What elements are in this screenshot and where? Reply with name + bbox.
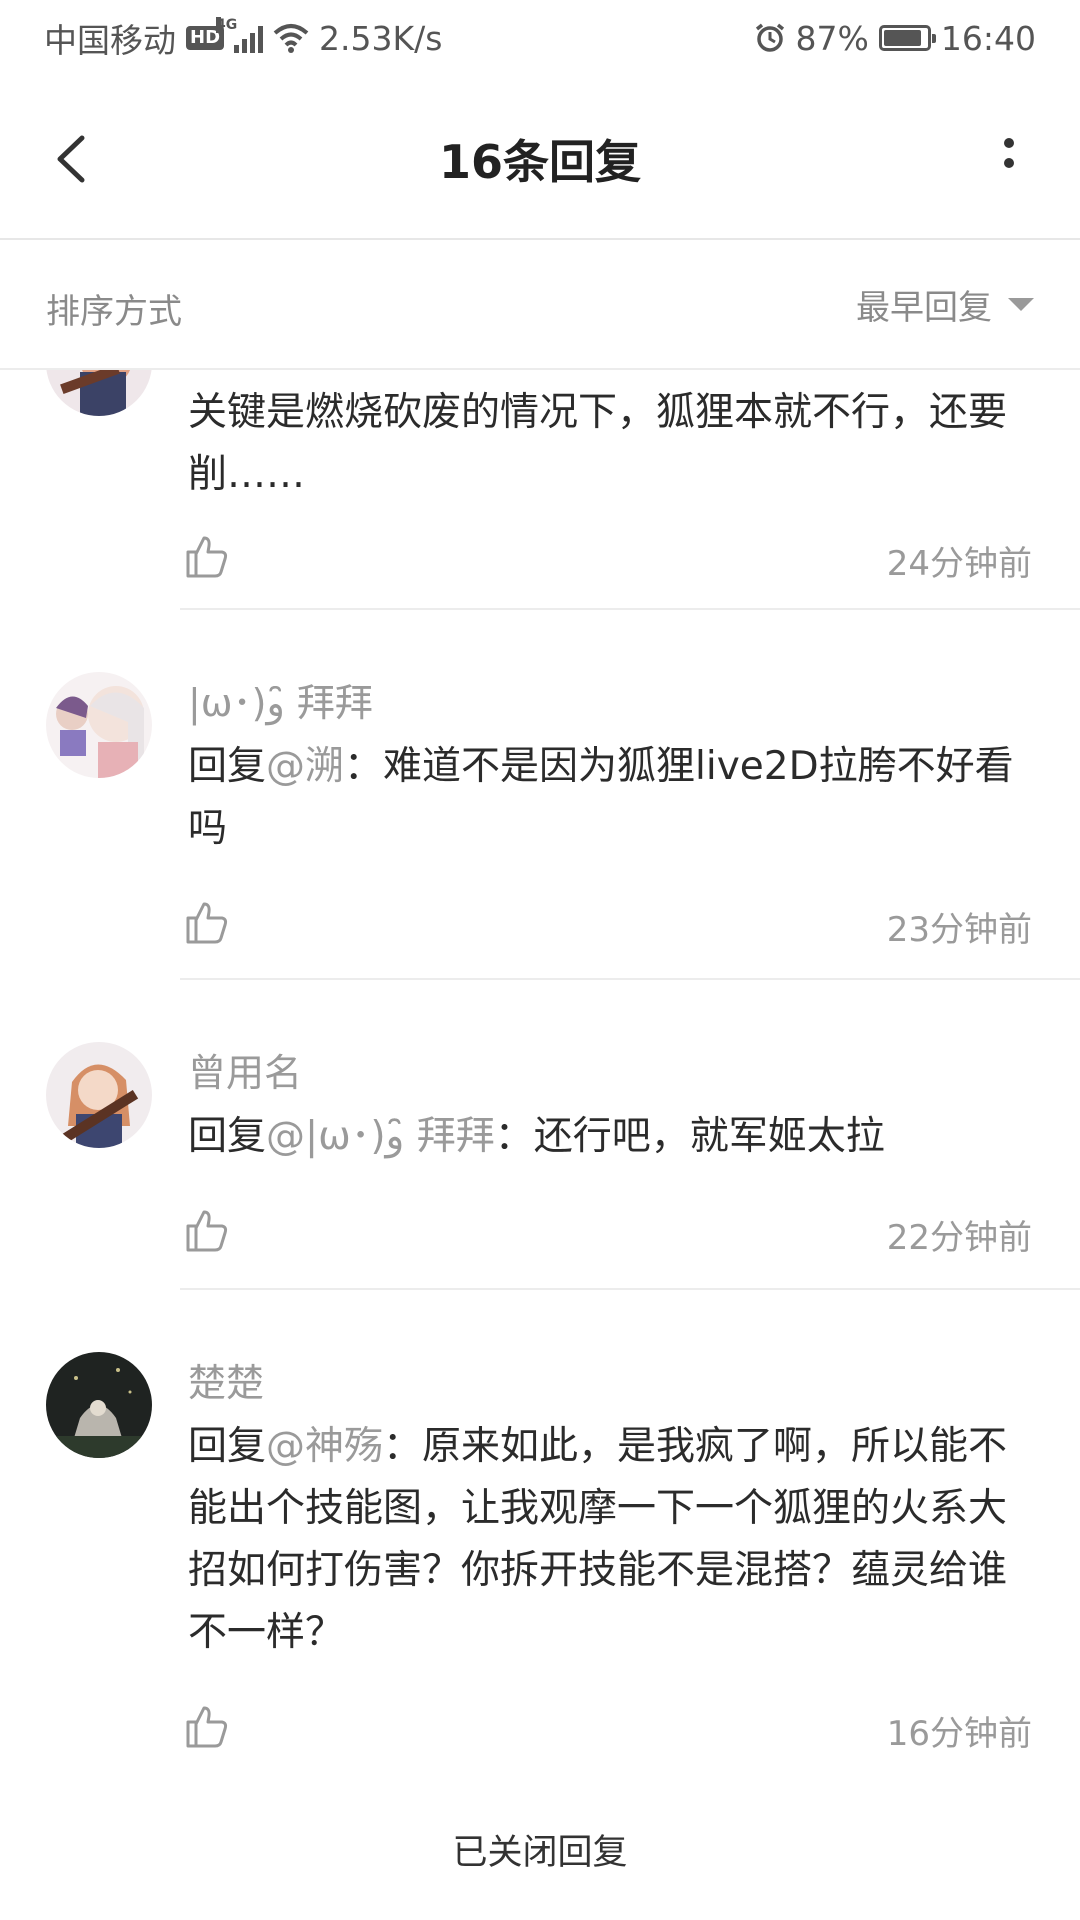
- comment-username[interactable]: 曾用名: [188, 1042, 302, 1097]
- sort-selected-value: 最早回复: [856, 287, 992, 328]
- reply-prefix: 回复: [188, 744, 267, 789]
- thumbs-up-icon[interactable]: [182, 898, 230, 946]
- replies-closed-notice: 已关闭回复: [452, 1833, 628, 1873]
- battery-icon: [878, 25, 936, 51]
- thumbs-up-icon[interactable]: [182, 1702, 230, 1750]
- comment-content: ：还行吧，就军姬太拉: [494, 1114, 885, 1159]
- network-type: 4G: [216, 17, 238, 33]
- comment-item: 曾用名 回复@|ω･)و ̑̑拜拜：还行吧，就军姬太拉 22分钟前: [0, 980, 1080, 1290]
- thumbs-up-icon[interactable]: [182, 1206, 230, 1254]
- mention-link[interactable]: @神殇: [266, 1424, 383, 1469]
- more-vertical-icon: [1004, 138, 1014, 168]
- comment-text: 关键是燃烧砍废的情况下，狐狸本就不行，还要削……: [188, 382, 1028, 506]
- network-speed: 2.53K/s: [319, 18, 443, 58]
- mention-link[interactable]: @溯: [266, 744, 344, 789]
- comment-time: 16分钟前: [886, 1714, 1032, 1754]
- sort-label: 排序方式: [46, 292, 182, 332]
- comment-time: 23分钟前: [886, 910, 1032, 950]
- alarm-icon: [755, 23, 784, 52]
- wifi-icon: [273, 24, 309, 53]
- comment-list[interactable]: 关键是燃烧砍废的情况下，狐狸本就不行，还要削…… 24分钟前 |ω･)و ̑̑拜…: [0, 370, 1080, 1800]
- page-title: 16条回复: [438, 135, 641, 189]
- avatar[interactable]: [46, 1352, 152, 1458]
- avatar[interactable]: [46, 672, 152, 778]
- reply-prefix: 回复: [188, 1114, 267, 1159]
- mention-link[interactable]: @|ω･)و ̑̑拜拜: [266, 1114, 495, 1159]
- comment-item: 楚楚 回复@神殇：原来如此，是我疯了啊，所以能不能出个技能图，让我观摩一下一个狐…: [0, 1290, 1080, 1770]
- avatar[interactable]: [46, 1042, 152, 1148]
- comment-username[interactable]: 楚楚: [188, 1352, 264, 1407]
- thumbs-up-icon[interactable]: [182, 532, 230, 580]
- status-left: 中国移动 HD 4G 2.53K/s: [44, 16, 442, 60]
- sort-bar: 排序方式 最早回复: [0, 240, 1080, 370]
- comment-text: 回复@|ω･)و ̑̑拜拜：还行吧，就军姬太拉: [188, 1106, 1028, 1168]
- comment-item: 关键是燃烧砍废的情况下，狐狸本就不行，还要削…… 24分钟前: [0, 370, 1080, 610]
- comment-username[interactable]: |ω･)و ̑̑拜拜: [188, 672, 373, 727]
- carrier-name: 中国移动: [44, 21, 176, 60]
- comment-time: 24分钟前: [886, 544, 1032, 584]
- comment-text: 回复@神殇：原来如此，是我疯了啊，所以能不能出个技能图，让我观摩一下一个狐狸的火…: [188, 1416, 1028, 1664]
- status-bar: 中国移动 HD 4G 2.53K/s 87% 16:40: [0, 0, 1080, 76]
- chevron-down-icon: [1008, 297, 1034, 311]
- battery-percent: 87%: [795, 18, 869, 58]
- signal-icon: 4G: [216, 17, 264, 53]
- status-right: 87% 16:40: [754, 16, 1036, 60]
- reply-prefix: 回复: [188, 1424, 267, 1469]
- comment-text: 回复@溯：难道不是因为狐狸live2D拉胯不好看吗: [188, 736, 1028, 860]
- avatar[interactable]: [46, 370, 152, 416]
- comment-time: 22分钟前: [886, 1218, 1032, 1258]
- sort-dropdown[interactable]: 最早回复: [856, 280, 1034, 328]
- more-options-button[interactable]: [974, 120, 1044, 190]
- comment-item: |ω･)و ̑̑拜拜 回复@溯：难道不是因为狐狸live2D拉胯不好看吗 23分…: [0, 610, 1080, 980]
- header: 16条回复: [0, 76, 1080, 240]
- comment-content: 关键是燃烧砍废的情况下，狐狸本就不行，还要削……: [188, 390, 1008, 497]
- clock: 16:40: [940, 18, 1036, 58]
